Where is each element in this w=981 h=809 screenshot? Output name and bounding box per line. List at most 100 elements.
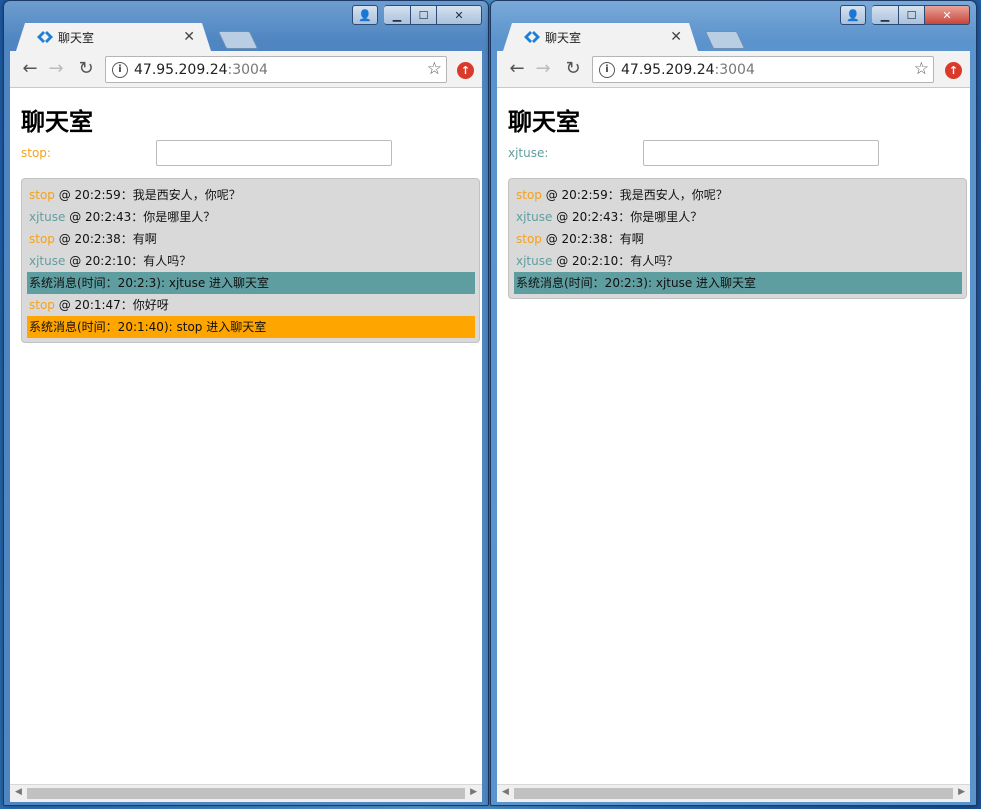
page-title: 聊天室 — [508, 108, 580, 136]
message-author: stop — [516, 188, 542, 202]
close-icon: ✕ — [942, 8, 952, 22]
message-text: @ 20:2:10：有人吗？ — [552, 254, 679, 268]
bookmark-star-icon[interactable]: ☆ — [427, 59, 442, 79]
scrollbar-thumb[interactable] — [514, 788, 953, 799]
chat-message: xjtuse @ 20:2:43：你是哪里人？ — [514, 206, 962, 228]
browser-window-right: 👤 ▁ ☐ ✕ 聊天室 ✕ ← → ↻ i 47.95.209.24:3004 … — [490, 0, 977, 806]
chat-message: xjtuse @ 20:2:43：你是哪里人？ — [27, 206, 475, 228]
message-author: xjtuse — [516, 254, 553, 268]
message-author: xjtuse — [29, 210, 66, 224]
username-label: xjtuse: — [508, 146, 549, 160]
message-list: stop @ 20:2:59：我是西安人，你呢？ xjtuse @ 20:2:43… — [508, 178, 967, 299]
person-icon: 👤 — [846, 8, 860, 22]
message-text: @ 20:2:59：我是西安人，你呢？ — [54, 188, 241, 202]
username-label: stop: — [21, 146, 51, 160]
browser-tab[interactable]: 聊天室 ✕ — [503, 23, 698, 51]
message-author: stop — [29, 188, 55, 202]
system-message: 系统消息(时间：20:2:3): xjtuse 进入聊天室 — [514, 272, 962, 294]
message-author: xjtuse — [29, 254, 66, 268]
new-tab-button[interactable] — [217, 31, 259, 49]
maximize-button[interactable]: ☐ — [411, 5, 437, 25]
maximize-icon: ☐ — [418, 8, 429, 22]
user-profile-button[interactable]: 👤 — [840, 5, 866, 25]
update-extension-icon[interactable]: ↑ — [945, 62, 962, 79]
user-profile-button[interactable]: 👤 — [352, 5, 378, 25]
back-arrow-icon[interactable]: ← — [507, 59, 527, 79]
chat-message: stop @ 20:2:59：我是西安人，你呢？ — [514, 184, 962, 206]
system-message: 系统消息(时间：20:1:40): stop 进入聊天室 — [27, 316, 475, 338]
scrollbar-thumb[interactable] — [27, 788, 465, 799]
message-text: @ 20:2:38：有啊 — [541, 232, 644, 246]
forward-arrow-icon[interactable]: → — [46, 59, 66, 79]
message-text: @ 20:2:43：你是哪里人？ — [552, 210, 703, 224]
horizontal-scrollbar[interactable]: ◀ ▶ — [10, 784, 482, 802]
message-author: xjtuse — [516, 210, 553, 224]
favicon-icon — [523, 28, 541, 46]
maximize-button[interactable]: ☐ — [899, 5, 925, 25]
page-viewport: 聊天室 stop: stop @ 20:2:59：我是西安人，你呢？ xjtuse… — [10, 88, 482, 785]
browser-toolbar: ← → ↻ i 47.95.209.24:3004 ☆ ↑ — [497, 51, 970, 88]
message-text: @ 20:2:59：我是西安人，你呢？ — [541, 188, 728, 202]
person-icon: 👤 — [358, 8, 372, 22]
new-tab-button[interactable] — [704, 31, 746, 49]
url-host: 47.95.209.24 — [134, 61, 228, 78]
minimize-button[interactable]: ▁ — [872, 5, 899, 25]
chat-message: stop @ 20:1:47：你好呀 — [27, 294, 475, 316]
caption-buttons: 👤 ▁ ☐ ✕ — [840, 5, 970, 25]
chat-message: xjtuse @ 20:2:10：有人吗？ — [514, 250, 962, 272]
chat-message: xjtuse @ 20:2:10：有人吗？ — [27, 250, 475, 272]
browser-window-left: 👤 ▁ ☐ ✕ 聊天室 ✕ ← → ↻ i 47.95.209.24:3004 … — [3, 0, 489, 806]
close-icon: ✕ — [454, 8, 464, 22]
message-text: @ 20:2:38：有啊 — [54, 232, 157, 246]
message-input[interactable] — [643, 140, 879, 166]
url-port: :3004 — [714, 61, 755, 78]
bookmark-star-icon[interactable]: ☆ — [914, 59, 929, 79]
address-bar[interactable]: i 47.95.209.24:3004 ☆ — [592, 56, 934, 83]
info-icon[interactable]: i — [599, 61, 615, 78]
tab-close-icon[interactable]: ✕ — [670, 29, 682, 45]
scroll-right-arrow-icon[interactable]: ▶ — [470, 787, 477, 797]
message-text: @ 20:2:10：有人吗？ — [65, 254, 192, 268]
message-author: stop — [516, 232, 542, 246]
update-extension-icon[interactable]: ↑ — [457, 62, 474, 79]
message-text: @ 20:1:47：你好呀 — [54, 298, 169, 312]
scroll-left-arrow-icon[interactable]: ◀ — [502, 787, 509, 797]
minimize-icon: ▁ — [880, 8, 890, 22]
scroll-right-arrow-icon[interactable]: ▶ — [958, 787, 965, 797]
tab-strip: 聊天室 ✕ — [10, 23, 482, 51]
chat-message: stop @ 20:2:38：有啊 — [27, 228, 475, 250]
chat-message: stop @ 20:2:59：我是西安人，你呢？ — [27, 184, 475, 206]
message-author: stop — [29, 232, 55, 246]
tab-title: 聊天室 — [545, 30, 582, 45]
reload-icon[interactable]: ↻ — [76, 59, 96, 79]
chat-message: stop @ 20:2:38：有啊 — [514, 228, 962, 250]
message-text: @ 20:2:43：你是哪里人？ — [65, 210, 216, 224]
message-input[interactable] — [156, 140, 392, 166]
minimize-button[interactable]: ▁ — [384, 5, 411, 25]
scroll-left-arrow-icon[interactable]: ◀ — [15, 787, 22, 797]
address-bar[interactable]: i 47.95.209.24:3004 ☆ — [105, 56, 447, 83]
horizontal-scrollbar[interactable]: ◀ ▶ — [497, 784, 970, 802]
close-window-button[interactable]: ✕ — [437, 5, 482, 25]
browser-tab[interactable]: 聊天室 ✕ — [16, 23, 211, 51]
tab-title: 聊天室 — [58, 30, 95, 45]
page-title: 聊天室 — [21, 108, 93, 136]
tab-close-icon[interactable]: ✕ — [183, 29, 195, 45]
back-arrow-icon[interactable]: ← — [20, 59, 40, 79]
forward-arrow-icon[interactable]: → — [533, 59, 553, 79]
message-author: stop — [29, 298, 55, 312]
message-list: stop @ 20:2:59：我是西安人，你呢？ xjtuse @ 20:2:43… — [21, 178, 480, 343]
tab-strip: 聊天室 ✕ — [497, 23, 970, 51]
favicon-icon — [36, 28, 54, 46]
info-icon[interactable]: i — [112, 61, 128, 78]
browser-toolbar: ← → ↻ i 47.95.209.24:3004 ☆ ↑ — [10, 51, 482, 88]
reload-icon[interactable]: ↻ — [563, 59, 583, 79]
minimize-icon: ▁ — [392, 8, 402, 22]
maximize-icon: ☐ — [906, 8, 917, 22]
page-viewport: 聊天室 xjtuse: stop @ 20:2:59：我是西安人，你呢？ xjtu… — [497, 88, 970, 785]
url-port: :3004 — [227, 61, 268, 78]
system-message: 系统消息(时间：20:2:3): xjtuse 进入聊天室 — [27, 272, 475, 294]
close-window-button[interactable]: ✕ — [925, 5, 970, 25]
caption-buttons: 👤 ▁ ☐ ✕ — [352, 5, 482, 25]
url-host: 47.95.209.24 — [621, 61, 715, 78]
